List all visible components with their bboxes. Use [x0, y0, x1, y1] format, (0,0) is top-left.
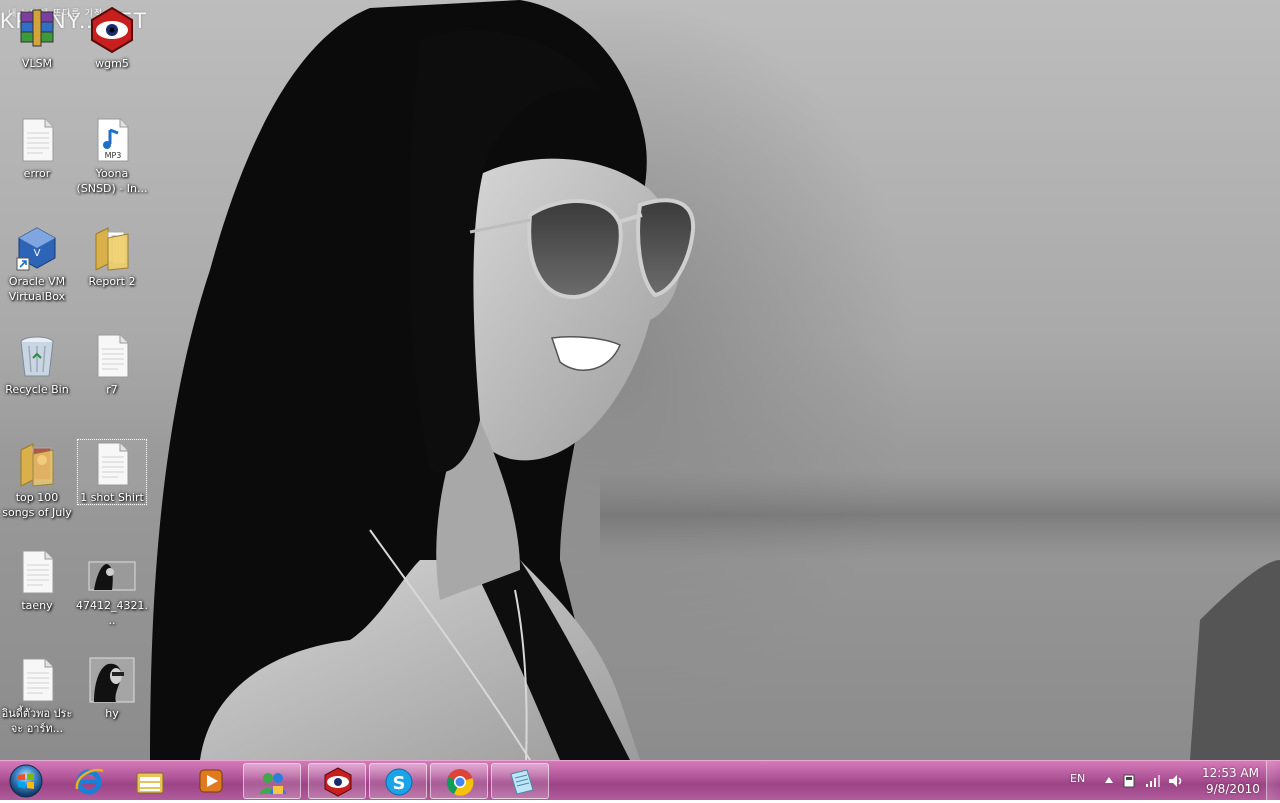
chrome-icon — [446, 769, 474, 796]
file-explorer-icon — [136, 772, 164, 794]
desktop-icon-vlsm[interactable]: VLSM — [1, 0, 73, 96]
clock-date[interactable]: 9/8/2010 — [1206, 782, 1260, 796]
taskbar-button-messenger[interactable] — [243, 763, 301, 799]
desktop-icon-recycle-bin[interactable]: Recycle Bin — [1, 326, 73, 422]
desktop-icon-label: Yoona (SNSD) - In... — [76, 167, 148, 195]
taskbar-button-notepad[interactable] — [491, 763, 549, 799]
taskbar-button-chrome[interactable] — [430, 763, 488, 799]
red-eye-app-icon — [88, 6, 136, 54]
action-center-flag-icon[interactable] — [1122, 773, 1136, 789]
media-player-icon — [199, 769, 223, 793]
desktop-icon-label: Report 2 — [88, 275, 136, 288]
folder-icon — [13, 440, 61, 488]
desktop-icon-label: hy — [105, 707, 119, 720]
network-signal-icon[interactable] — [1145, 774, 1161, 788]
desktop-icon-label: wgm5 — [95, 57, 129, 70]
desktop-icon-taeny[interactable]: taeny — [1, 542, 73, 638]
skype-icon: S — [385, 768, 413, 796]
desktop-icon-label: Oracle VM VirtualBox — [8, 275, 66, 303]
taskbar-button-skype[interactable]: S — [369, 763, 427, 799]
folder-icon — [88, 224, 136, 272]
desktop-icon-label: VLSM — [21, 57, 53, 70]
desktop-icon-label: อินดี้ตัวพอ ประจะ อาร์ท... — [1, 707, 73, 735]
wallpaper-image — [150, 0, 1280, 760]
recycle-bin-icon — [13, 332, 61, 380]
clock-time[interactable]: 12:53 AM — [1202, 766, 1259, 780]
windows-logo-icon — [9, 764, 43, 798]
desktop-icon-wgm5[interactable]: wgm5 — [76, 0, 148, 96]
taskbar-button-internet-explorer[interactable] — [60, 763, 118, 799]
svg-text:MP3: MP3 — [105, 151, 122, 160]
desktop-icon-1-shot-shirt[interactable]: 1 shot Shirt — [76, 438, 148, 506]
desktop-icon-label: taeny — [21, 599, 53, 612]
text-document-icon — [88, 440, 136, 488]
messenger-icon — [260, 773, 286, 794]
image-thumbnail-icon — [88, 548, 136, 596]
svg-text:V: V — [34, 248, 41, 259]
image-thumbnail-icon — [88, 656, 136, 704]
desktop-icon-hy[interactable]: hy — [76, 650, 148, 746]
winrar-archive-icon — [13, 6, 61, 54]
show-desktop-button[interactable] — [1266, 761, 1280, 801]
taskbar: S EN 12:53 AM 9/8/2010 — [0, 760, 1280, 801]
language-indicator[interactable]: EN — [1070, 772, 1085, 785]
desktop-icon-label: r7 — [106, 383, 118, 396]
volume-icon[interactable] — [1168, 773, 1184, 789]
show-hidden-icons-chevron-icon[interactable] — [1104, 776, 1114, 784]
desktop-icon-label: error — [23, 167, 51, 180]
desktop-icon-47412-image[interactable]: 47412_4321... — [76, 542, 148, 638]
desktop[interactable]: 내 눈앞에 또다른 기적 KPONY...NET VLSM wgm5 error… — [0, 0, 1280, 760]
start-button[interactable] — [6, 763, 46, 799]
desktop-icon-yoona-mp3[interactable]: MP3 Yoona (SNSD) - In... — [76, 110, 148, 206]
desktop-icon-label: Recycle Bin — [5, 383, 69, 396]
desktop-icon-r7[interactable]: r7 — [76, 326, 148, 422]
taskbar-button-windows-explorer[interactable] — [121, 763, 179, 799]
mp3-file-icon: MP3 — [88, 116, 136, 164]
taskbar-button-wgm5[interactable] — [308, 763, 366, 799]
desktop-icon-thai-document[interactable]: อินดี้ตัวพอ ประจะ อาร์ท... — [1, 650, 73, 746]
desktop-icon-label: 1 shot Shirt — [80, 491, 144, 504]
red-eye-app-icon — [324, 767, 352, 797]
notepad-icon — [510, 769, 534, 795]
internet-explorer-icon — [75, 768, 104, 795]
desktop-icon-virtualbox[interactable]: V Oracle VM VirtualBox — [1, 218, 73, 314]
text-document-icon — [13, 116, 61, 164]
text-document-icon — [88, 332, 136, 380]
taskbar-button-media-player[interactable] — [182, 763, 240, 799]
desktop-icon-error[interactable]: error — [1, 110, 73, 206]
virtualbox-icon: V — [13, 224, 61, 272]
desktop-icon-label: 47412_4321... — [76, 599, 148, 627]
text-document-icon — [13, 656, 61, 704]
system-tray: EN 12:53 AM 9/8/2010 — [1050, 761, 1280, 801]
desktop-icon-top-100-songs[interactable]: top 100 songs of July — [1, 434, 73, 530]
desktop-icon-label: top 100 songs of July — [2, 491, 72, 519]
desktop-icon-report-2[interactable]: Report 2 — [76, 218, 148, 314]
text-document-icon — [13, 548, 61, 596]
svg-text:S: S — [393, 773, 406, 794]
